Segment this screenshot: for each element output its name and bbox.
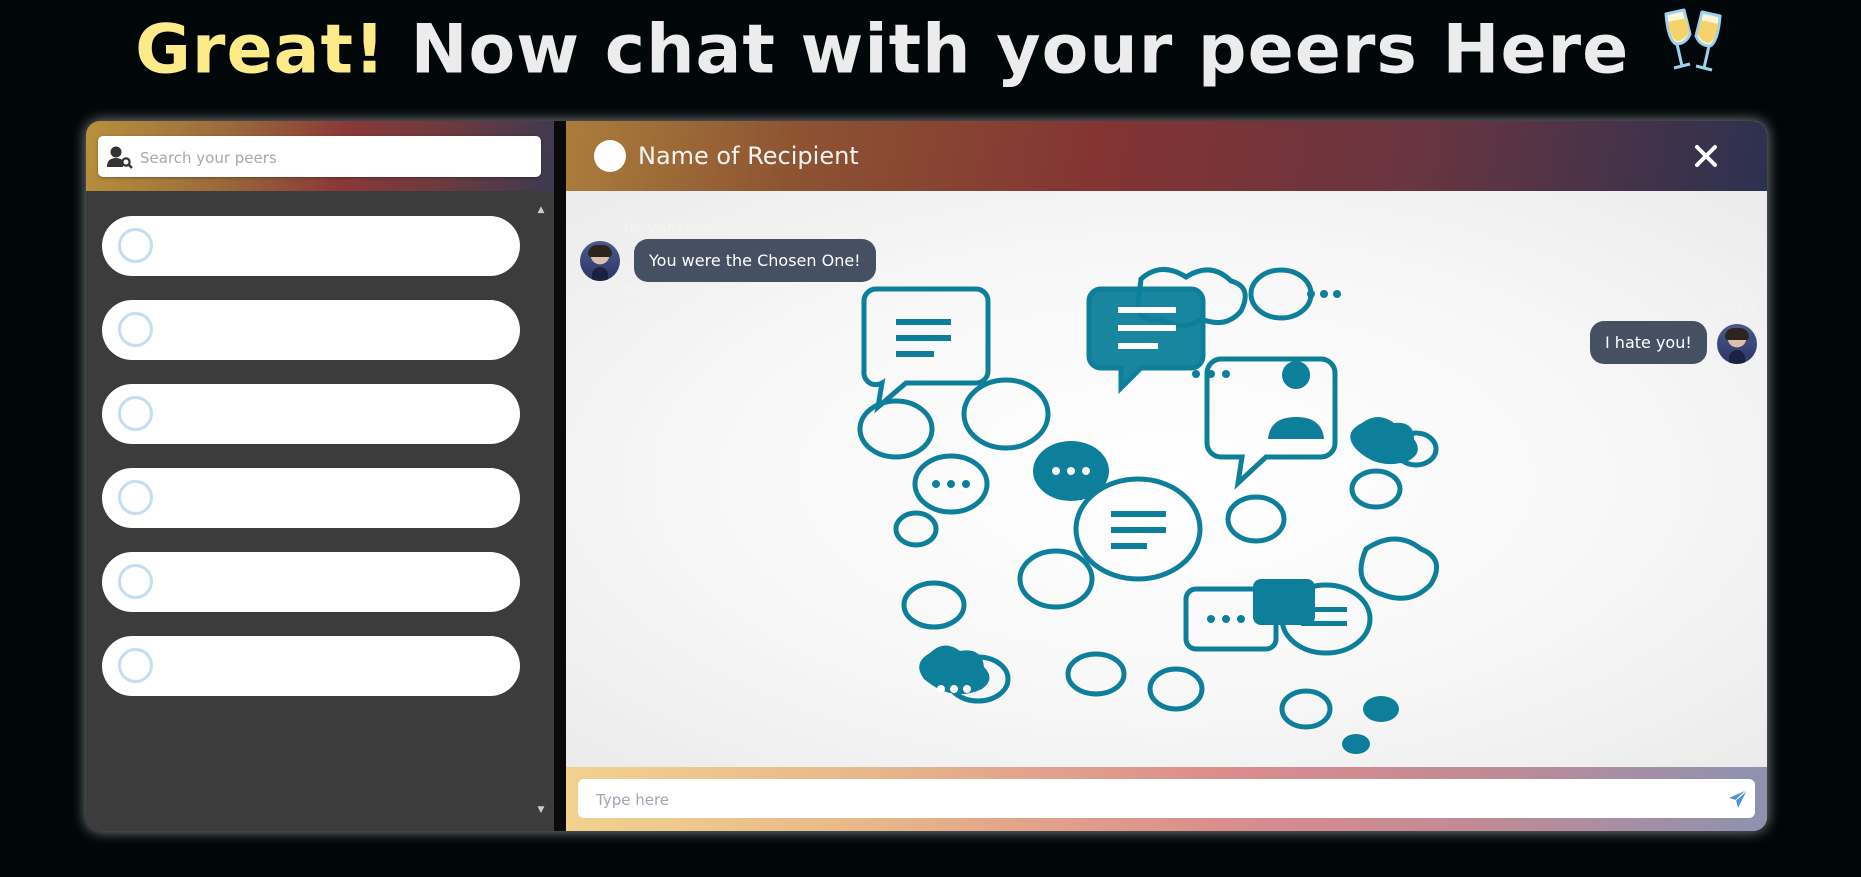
peer-item[interactable]	[102, 216, 520, 276]
peer-avatar-ring	[118, 480, 153, 515]
peer-item[interactable]	[102, 468, 520, 528]
message-sender: Anakin	[1714, 301, 1756, 315]
sender-avatar	[580, 241, 620, 281]
headline-text: Now chat with your peers Here	[385, 10, 1630, 90]
page-headline: Great! Now chat with your peers Here	[0, 8, 1861, 100]
search-input[interactable]	[138, 136, 537, 179]
peer-avatar-ring	[118, 564, 153, 599]
message-bubble-received: You were the Chosen One!	[634, 239, 876, 282]
peer-item[interactable]	[102, 300, 520, 360]
message-input[interactable]	[594, 779, 1718, 820]
chat-app-window: ▲ ▼ Name of Recipient	[86, 121, 1767, 831]
peer-avatar-ring	[118, 228, 153, 263]
message-area: Obi-Wan Kenobi You were the Chosen One! …	[566, 191, 1767, 767]
peer-item[interactable]	[102, 552, 520, 612]
message-sender: Obi-Wan Kenobi	[624, 221, 719, 235]
panel-divider	[554, 121, 566, 831]
peer-avatar-ring	[118, 648, 153, 683]
peer-item[interactable]	[102, 384, 520, 444]
headline-accent: Great!	[135, 10, 386, 90]
sender-avatar	[1717, 324, 1757, 364]
recipient-avatar	[594, 140, 626, 172]
message-bubble-sent: I hate you!	[1590, 321, 1707, 364]
peer-avatar-ring	[118, 312, 153, 347]
message-status: Delivered	[624, 284, 682, 298]
peer-item[interactable]	[102, 636, 520, 696]
search-box[interactable]	[98, 136, 541, 179]
peer-sidebar: ▲ ▼	[86, 121, 554, 831]
send-icon[interactable]	[1728, 789, 1748, 809]
clinking-glasses-icon	[1660, 8, 1726, 100]
close-icon[interactable]	[1691, 141, 1721, 171]
sidebar-header	[86, 121, 554, 191]
peer-list	[102, 216, 522, 720]
scroll-down-arrow-icon[interactable]: ▼	[536, 805, 546, 815]
scroll-up-arrow-icon[interactable]: ▲	[536, 205, 546, 215]
speech-bubbles-illustration	[857, 267, 1440, 754]
peer-avatar-ring	[118, 396, 153, 431]
message-composer	[566, 767, 1767, 831]
recipient-name: Name of Recipient	[638, 142, 859, 170]
message-input-box[interactable]	[578, 779, 1755, 820]
user-search-icon	[107, 145, 133, 169]
chat-panel: Name of Recipient Obi-Wan Kenobi You wer…	[566, 121, 1767, 831]
chat-header: Name of Recipient	[566, 121, 1767, 191]
